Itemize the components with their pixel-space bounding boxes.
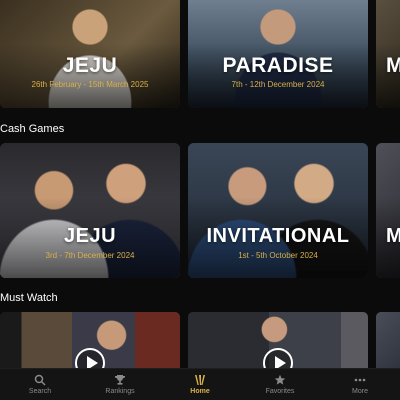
app-screen: JEJU 26th February - 15th March 2025 PAR… [0, 0, 400, 400]
section-title-must-watch: Must Watch [0, 292, 58, 304]
tab-home[interactable]: Home [169, 374, 231, 395]
tab-rankings[interactable]: Rankings [89, 374, 151, 395]
section-title-cash-games: Cash Games [0, 123, 65, 135]
search-icon [34, 374, 46, 386]
cash-dates: 3rd - 7th December 2024 [45, 251, 135, 260]
video-card[interactable] [0, 312, 180, 370]
more-icon [354, 378, 366, 382]
event-card-jeju[interactable]: JEJU 26th February - 15th March 2025 [0, 0, 180, 108]
tab-label: Search [28, 388, 52, 395]
event-title: PARADISE [222, 54, 334, 77]
cash-title: INVITATIONAL [206, 225, 350, 247]
event-title: JEJU [62, 54, 118, 77]
bottom-tab-bar: Search Rankings Home Favorites More [0, 368, 400, 400]
tab-label: More [352, 388, 368, 395]
video-card[interactable] [188, 312, 368, 370]
event-card-paradise[interactable]: PARADISE 7th - 12th December 2024 [188, 0, 368, 108]
tab-favorites[interactable]: Favorites [249, 374, 311, 395]
tab-more[interactable]: More [329, 374, 391, 395]
play-button[interactable] [75, 348, 105, 370]
cash-card-partial[interactable]: M [376, 143, 400, 278]
cash-games-row[interactable]: JEJU 3rd - 7th December 2024 INVITATIONA… [0, 143, 400, 278]
tab-search[interactable]: Search [9, 374, 71, 395]
play-button[interactable] [263, 348, 293, 370]
must-watch-row[interactable] [0, 312, 400, 370]
tab-label: Rankings [105, 388, 135, 395]
star-icon [274, 374, 286, 385]
cash-title: JEJU [63, 225, 117, 247]
cash-card-invitational[interactable]: INVITATIONAL 1st - 5th October 2024 [188, 143, 368, 278]
tab-label: Favorites [265, 388, 295, 395]
event-dates: 26th February - 15th March 2025 [31, 80, 149, 89]
cash-card-jeju[interactable]: JEJU 3rd - 7th December 2024 [0, 143, 180, 278]
tab-label: Home [190, 388, 210, 395]
cash-title: M [386, 225, 400, 247]
trophy-icon [115, 375, 125, 385]
home-logo-icon [195, 375, 205, 385]
event-card-partial[interactable]: M [376, 0, 400, 108]
video-thumbnail [376, 312, 400, 370]
video-card-partial[interactable] [376, 312, 400, 370]
event-title: M [386, 54, 400, 77]
featured-events-row[interactable]: JEJU 26th February - 15th March 2025 PAR… [0, 0, 400, 108]
cash-dates: 1st - 5th October 2024 [238, 251, 318, 260]
event-dates: 7th - 12th December 2024 [231, 80, 325, 89]
